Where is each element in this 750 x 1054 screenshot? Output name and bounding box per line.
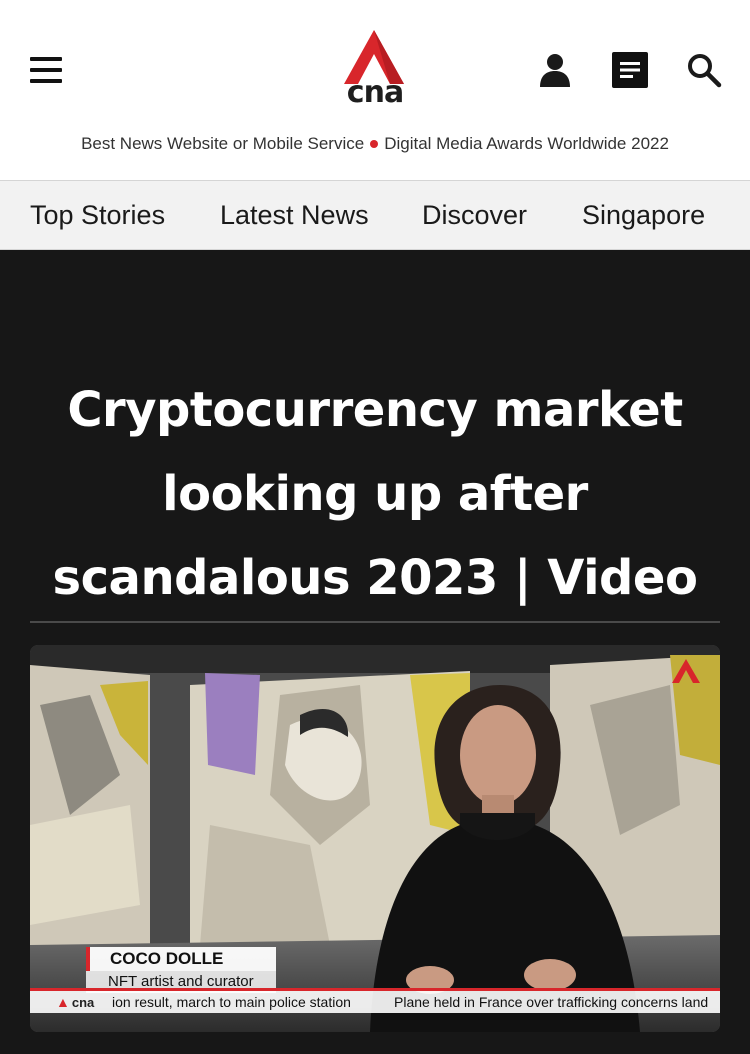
article-list-icon[interactable] xyxy=(612,52,648,88)
nav-item-top-stories[interactable]: Top Stories xyxy=(30,198,165,232)
title-divider xyxy=(30,621,720,623)
speaker-name: COCO DOLLE xyxy=(86,947,276,971)
cna-watermark-icon xyxy=(672,659,700,683)
nav-item-discover[interactable]: Discover xyxy=(422,198,527,232)
award-right-text: Digital Media Awards Worldwide 2022 xyxy=(384,134,669,153)
title-line-3: scandalous 2023 | Video xyxy=(52,550,698,606)
title-line-1: Cryptocurrency market xyxy=(67,382,683,438)
news-ticker: ▲ cna ion result, march to main police st… xyxy=(30,991,720,1013)
nav-item-latest-news[interactable]: Latest News xyxy=(220,198,369,232)
award-left-text: Best News Website or Mobile Service xyxy=(81,134,365,153)
award-dot xyxy=(370,139,379,148)
section-nav: Top Stories Latest News Discover Singapo… xyxy=(0,180,750,250)
logo-text: cna xyxy=(346,75,404,110)
site-header: cna Best News Website or Mobile Service D… xyxy=(0,0,750,180)
title-line-2: looking up after xyxy=(162,466,588,522)
award-banner: Best News Website or Mobile Service Digit… xyxy=(0,131,750,157)
ticker-logo-text: cna xyxy=(71,995,95,1010)
article-title: Cryptocurrency market looking up after s… xyxy=(30,368,720,620)
ticker-logo: ▲ cna xyxy=(56,994,95,1010)
nav-item-singapore[interactable]: Singapore xyxy=(582,198,705,232)
ticker-headline-2: Plane held in France over trafficking co… xyxy=(394,994,709,1010)
menu-icon[interactable] xyxy=(30,57,62,83)
ticker-headline-1: ion result, march to main police station xyxy=(112,994,351,1010)
user-icon[interactable] xyxy=(538,52,572,88)
video-player[interactable]: COCO DOLLE NFT artist and curator ▲ cna i… xyxy=(30,645,720,1032)
search-icon[interactable] xyxy=(686,52,722,88)
